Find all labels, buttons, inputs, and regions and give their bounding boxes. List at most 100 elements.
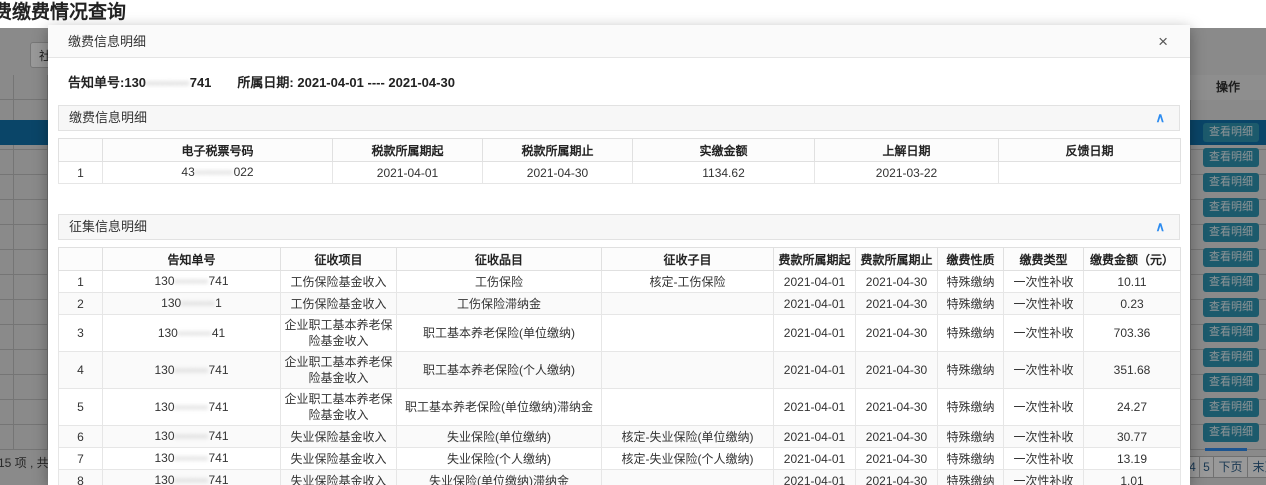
cell-levy-sub-category: 核定-工伤保险 [602,271,774,293]
column-header: 缴费性质 [938,248,1004,271]
cell-payment-type: 一次性补收 [1004,389,1084,426]
cell-payment-amount: 1.01 [1084,470,1181,485]
cell-tax-ticket-no: 43••••••••022 [103,162,333,184]
collection-table-body: 1130•••••••741工伤保险基金收入工伤保险核定-工伤保险2021-04… [59,271,1181,485]
table-row: 5130•••••••741企业职工基本养老保险基金收入职工基本养老保险(单位缴… [59,389,1181,426]
screen: 费缴费情况查询 社保 ( 操作 查看明细查看明细查看明细查看明细查看明细查看明细… [0,0,1266,485]
cell-payment-amount: 0.23 [1084,293,1181,315]
column-header: 费款所属期止 [856,248,938,271]
page-title: 费缴费情况查询 [0,0,126,26]
period-value: 2021-04-01 ---- 2021-04-30 [297,75,455,90]
cell-row-no: 5 [59,389,103,426]
cell-notice-no: 130•••••••1 [103,293,281,315]
chevron-up-icon[interactable]: ∧ [1155,106,1165,130]
cell-levy-item: 企业职工基本养老保险基金收入 [281,315,397,352]
cell-fee-period-end: 2021-04-30 [856,470,938,485]
cell-payment-type: 一次性补收 [1004,448,1084,470]
cell-levy-sub-category: 核定-失业保险(个人缴纳) [602,448,774,470]
cell-payment-type: 一次性补收 [1004,426,1084,448]
cell-payment-nature: 特殊缴纳 [938,293,1004,315]
cell-paid-amount: 1134.62 [633,162,815,184]
cell-row-no: 4 [59,352,103,389]
cell-row-no: 8 [59,470,103,485]
cell-levy-category: 失业保险(个人缴纳) [397,448,602,470]
cell-levy-category: 工伤保险滞纳金 [397,293,602,315]
cell-levy-sub-category [602,389,774,426]
collection-table-head: 告知单号征收项目征收品目征收子目费款所属期起费款所属期止缴费性质缴费类型缴费金额… [59,248,1181,271]
cell-notice-no: 130•••••••741 [103,448,281,470]
cell-levy-category: 失业保险(单位缴纳)滞纳金 [397,470,602,485]
payment-section-title: 缴费信息明细 [69,106,147,130]
cell-payment-nature: 特殊缴纳 [938,271,1004,293]
cell-payment-nature: 特殊缴纳 [938,389,1004,426]
cell-row-no: 3 [59,315,103,352]
column-header: 税款所属期起 [333,139,483,162]
notice-number-redacted: ••••••••• [146,78,190,90]
cell-fee-period-start: 2021-04-01 [774,271,856,293]
table-row: 3130•••••••41企业职工基本养老保险基金收入职工基本养老保险(单位缴纳… [59,315,1181,352]
table-row: 6130•••••••741失业保险基金收入失业保险(单位缴纳)核定-失业保险(… [59,426,1181,448]
payment-header-row: 电子税票号码税款所属期起税款所属期止实缴金额上解日期反馈日期 [59,139,1181,162]
cell-fee-period-end: 2021-04-30 [856,315,938,352]
cell-levy-category: 失业保险(单位缴纳) [397,426,602,448]
cell-notice-no: 130•••••••741 [103,470,281,485]
cell-notice-no: 130•••••••741 [103,271,281,293]
table-row: 4130•••••••741企业职工基本养老保险基金收入职工基本养老保险(个人缴… [59,352,1181,389]
column-header: 征收品目 [397,248,602,271]
cell-levy-category: 职工基本养老保险(单位缴纳)滞纳金 [397,389,602,426]
cell-payment-nature: 特殊缴纳 [938,448,1004,470]
cell-levy-item: 工伤保险基金收入 [281,271,397,293]
notice-info-line: 告知单号:130•••••••••741所属日期: 2021-04-01 ---… [58,58,1180,99]
modal-body: 告知单号:130•••••••••741所属日期: 2021-04-01 ---… [48,58,1190,485]
column-header: 税款所属期止 [483,139,633,162]
cell-payment-amount: 13.19 [1084,448,1181,470]
collection-header-row: 告知单号征收项目征收品目征收子目费款所属期起费款所属期止缴费性质缴费类型缴费金额… [59,248,1181,271]
cell-fee-period-start: 2021-04-01 [774,293,856,315]
cell-payment-amount: 351.68 [1084,352,1181,389]
table-row: 143••••••••0222021-04-012021-04-301134.6… [59,162,1181,184]
cell-row-no: 2 [59,293,103,315]
cell-levy-item: 工伤保险基金收入 [281,293,397,315]
page-titlebar: 费缴费情况查询 [0,0,1266,28]
collection-section-header: 征集信息明细 ∧ [58,214,1180,240]
cell-levy-sub-category [602,352,774,389]
cell-fee-period-start: 2021-04-01 [774,426,856,448]
chevron-up-icon[interactable]: ∧ [1155,215,1165,239]
cell-fee-period-end: 2021-04-30 [856,293,938,315]
column-header: 实缴金额 [633,139,815,162]
cell-row-no: 1 [59,162,103,184]
cell-levy-sub-category [602,470,774,485]
column-header [59,248,103,271]
column-header: 电子税票号码 [103,139,333,162]
cell-fee-period-end: 2021-04-30 [856,448,938,470]
cell-levy-item: 企业职工基本养老保险基金收入 [281,352,397,389]
notice-number-label: 告知单号: [68,75,124,90]
cell-payment-amount: 30.77 [1084,426,1181,448]
payment-table-head: 电子税票号码税款所属期起税款所属期止实缴金额上解日期反馈日期 [59,139,1181,162]
cell-fee-period-end: 2021-04-30 [856,352,938,389]
collection-section-title: 征集信息明细 [69,215,147,239]
cell-payment-amount: 24.27 [1084,389,1181,426]
cell-remit-date: 2021-03-22 [815,162,999,184]
table-row: 1130•••••••741工伤保险基金收入工伤保险核定-工伤保险2021-04… [59,271,1181,293]
cell-fee-period-start: 2021-04-01 [774,315,856,352]
payment-detail-modal: 缴费信息明细 × 告知单号:130•••••••••741所属日期: 2021-… [48,25,1190,485]
close-icon[interactable]: × [1158,25,1168,58]
cell-fee-period-start: 2021-04-01 [774,470,856,485]
payment-table-body: 143••••••••0222021-04-012021-04-301134.6… [59,162,1181,184]
cell-payment-type: 一次性补收 [1004,352,1084,389]
column-header: 告知单号 [103,248,281,271]
column-header: 缴费金额（元） [1084,248,1181,271]
cell-payment-type: 一次性补收 [1004,470,1084,485]
column-header: 征收项目 [281,248,397,271]
period-label: 所属日期: [237,75,293,90]
cell-payment-nature: 特殊缴纳 [938,352,1004,389]
cell-notice-no: 130•••••••41 [103,315,281,352]
column-header: 上解日期 [815,139,999,162]
cell-payment-nature: 特殊缴纳 [938,470,1004,485]
notice-number-suffix: 741 [190,75,212,90]
cell-fee-period-end: 2021-04-30 [856,389,938,426]
cell-levy-item: 企业职工基本养老保险基金收入 [281,389,397,426]
cell-notice-no: 130•••••••741 [103,426,281,448]
table-row: 8130•••••••741失业保险基金收入失业保险(单位缴纳)滞纳金2021-… [59,470,1181,485]
